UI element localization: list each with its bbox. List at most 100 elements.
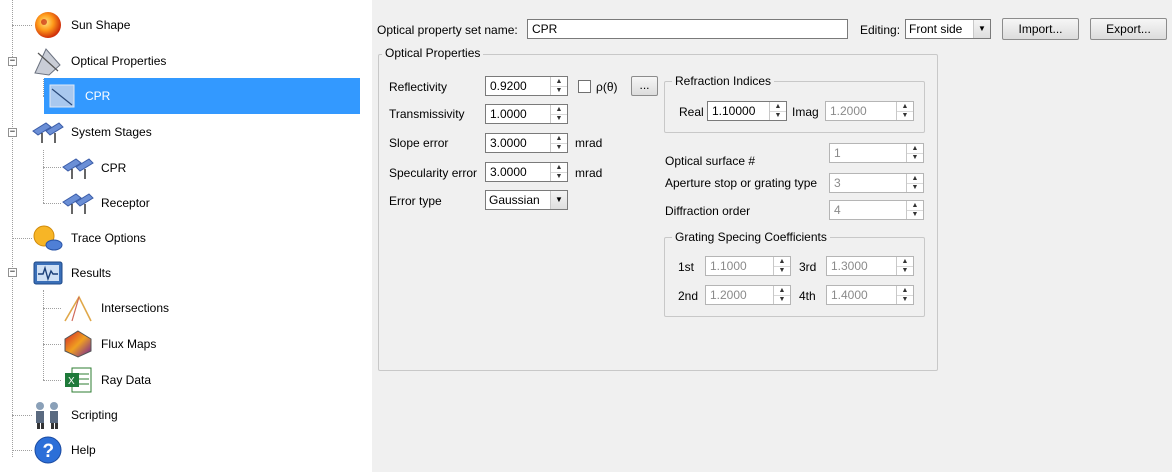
tree-connector [12, 238, 32, 239]
ray-data-icon: X [62, 364, 94, 396]
slope-error-spinbox[interactable]: 3.0000 ▲ ▼ [485, 133, 568, 153]
grating-1st-label: 1st [678, 260, 695, 274]
tree-item-flux-maps[interactable]: Flux Maps [62, 326, 156, 362]
tree-item-sun-shape[interactable]: Sun Shape [32, 7, 130, 43]
spin-down-icon[interactable]: ▼ [897, 266, 913, 275]
optical-properties-icon [32, 45, 64, 77]
spin-down-icon[interactable]: ▼ [770, 111, 786, 120]
project-tree: − − − Sun Shape Optical Properties CPR S… [0, 0, 372, 472]
tree-item-label: Scripting [71, 408, 118, 422]
tree-item-label: Ray Data [101, 373, 152, 387]
diffraction-order-label: Diffraction order [665, 204, 751, 218]
optical-surface-spinbox[interactable]: 1 ▲ ▼ [829, 143, 924, 163]
grating-coefficients-group-title: Grating Specing Coefficients [672, 230, 830, 244]
diffraction-order-spinbox[interactable]: 4 ▲ ▼ [829, 200, 924, 220]
collapse-system-stages[interactable]: − [8, 128, 17, 137]
system-stages-icon [32, 116, 64, 148]
tree-item-label: Sun Shape [71, 18, 131, 32]
spin-down-icon[interactable]: ▼ [907, 183, 923, 192]
tree-item-label: Optical Properties [71, 54, 167, 68]
transmissivity-label: Transmissivity [389, 107, 465, 121]
rho-theta-button[interactable]: ... [631, 76, 658, 96]
rho-theta-checkbox[interactable] [578, 80, 591, 93]
optical-properties-group-title: Optical Properties [382, 46, 484, 60]
real-index-spinbox[interactable]: 1.10000 ▲ ▼ [707, 101, 787, 121]
grating-4th-spinbox[interactable]: 1.4000 ▲ ▼ [826, 285, 914, 305]
tree-connector [43, 203, 61, 204]
imag-index-spinbox[interactable]: 1.2000 ▲ ▼ [825, 101, 914, 121]
tree-item-scripting[interactable]: Scripting [32, 397, 118, 433]
optical-surface-value: 1 [834, 146, 841, 160]
spin-down-icon[interactable]: ▼ [551, 172, 567, 181]
spin-down-icon[interactable]: ▼ [907, 210, 923, 219]
tree-item-label: CPR [101, 161, 127, 175]
tree-connector [43, 344, 61, 345]
svg-text:?: ? [43, 441, 55, 462]
scripting-icon [32, 399, 64, 431]
results-icon [32, 257, 64, 289]
tree-item-label: Receptor [101, 196, 150, 210]
tree-connector [43, 167, 61, 168]
spin-down-icon[interactable]: ▼ [907, 153, 923, 162]
imag-label: Imag [792, 105, 819, 119]
editing-select[interactable]: Front side ▼ [905, 19, 991, 39]
tree-connector [43, 380, 61, 381]
svg-text:X: X [68, 376, 75, 387]
specularity-error-label: Specularity error [389, 166, 478, 180]
tree-connector [43, 308, 61, 309]
tree-connector [43, 290, 44, 380]
grating-1st-value: 1.1000 [710, 259, 747, 273]
flux-maps-icon [62, 328, 94, 360]
real-label: Real [679, 105, 704, 119]
tree-item-label: System Stages [71, 125, 152, 139]
set-name-input[interactable]: CPR [527, 19, 848, 39]
error-type-select[interactable]: Gaussian ▼ [485, 190, 568, 210]
grating-2nd-spinbox[interactable]: 1.2000 ▲ ▼ [705, 285, 791, 305]
tree-item-label: Results [71, 266, 112, 280]
reflectivity-label: Reflectivity [389, 80, 448, 94]
transmissivity-spinbox[interactable]: 1.0000 ▲ ▼ [485, 104, 568, 124]
collapse-optical-properties[interactable]: − [8, 57, 17, 66]
tree-item-label: Trace Options [71, 231, 146, 245]
export-button[interactable]: Export... [1090, 18, 1167, 40]
tree-connector [12, 450, 32, 451]
tree-item-optical-cpr[interactable]: CPR [44, 78, 360, 114]
tree-item-optical-properties[interactable]: Optical Properties [32, 43, 166, 79]
tree-connector [43, 150, 44, 203]
spin-down-icon[interactable]: ▼ [774, 295, 790, 304]
spin-down-icon[interactable]: ▼ [897, 111, 913, 120]
trace-options-icon [32, 222, 64, 254]
spin-down-icon[interactable]: ▼ [551, 86, 567, 95]
tree-item-results[interactable]: Results [32, 255, 111, 291]
spin-down-icon[interactable]: ▼ [551, 114, 567, 123]
import-button[interactable]: Import... [1002, 18, 1079, 40]
reflectivity-spinbox[interactable]: 0.9200 ▲ ▼ [485, 76, 568, 96]
help-icon: ? [32, 434, 64, 466]
tree-connector [12, 0, 13, 457]
specularity-error-spinbox[interactable]: 3.0000 ▲ ▼ [485, 162, 568, 182]
intersections-icon [62, 292, 94, 324]
specularity-error-unit: mrad [575, 166, 603, 180]
spin-down-icon[interactable]: ▼ [551, 143, 567, 152]
grating-1st-spinbox[interactable]: 1.1000 ▲ ▼ [705, 256, 791, 276]
tree-item-help[interactable]: ? Help [32, 432, 96, 468]
optical-surface-label: Optical surface # [665, 154, 756, 168]
spin-down-icon[interactable]: ▼ [774, 266, 790, 275]
tree-item-ray-data[interactable]: X Ray Data [62, 362, 151, 398]
spin-down-icon[interactable]: ▼ [897, 295, 913, 304]
chevron-down-icon[interactable]: ▼ [973, 20, 990, 38]
collapse-results[interactable]: − [8, 268, 17, 277]
chevron-down-icon[interactable]: ▼ [550, 191, 567, 209]
grating-4th-value: 1.4000 [831, 288, 868, 302]
tree-item-trace-options[interactable]: Trace Options [32, 220, 146, 256]
error-type-label: Error type [389, 194, 442, 208]
tree-item-intersections[interactable]: Intersections [62, 290, 169, 326]
grating-3rd-value: 1.3000 [831, 259, 868, 273]
error-type-value: Gaussian [489, 193, 540, 207]
tree-item-system-stages[interactable]: System Stages [32, 114, 152, 150]
tree-item-stage-cpr[interactable]: CPR [62, 150, 126, 186]
reflectivity-value: 0.9200 [490, 79, 527, 93]
tree-item-stage-receptor[interactable]: Receptor [62, 185, 150, 221]
aperture-stop-spinbox[interactable]: 3 ▲ ▼ [829, 173, 924, 193]
grating-3rd-spinbox[interactable]: 1.3000 ▲ ▼ [826, 256, 914, 276]
